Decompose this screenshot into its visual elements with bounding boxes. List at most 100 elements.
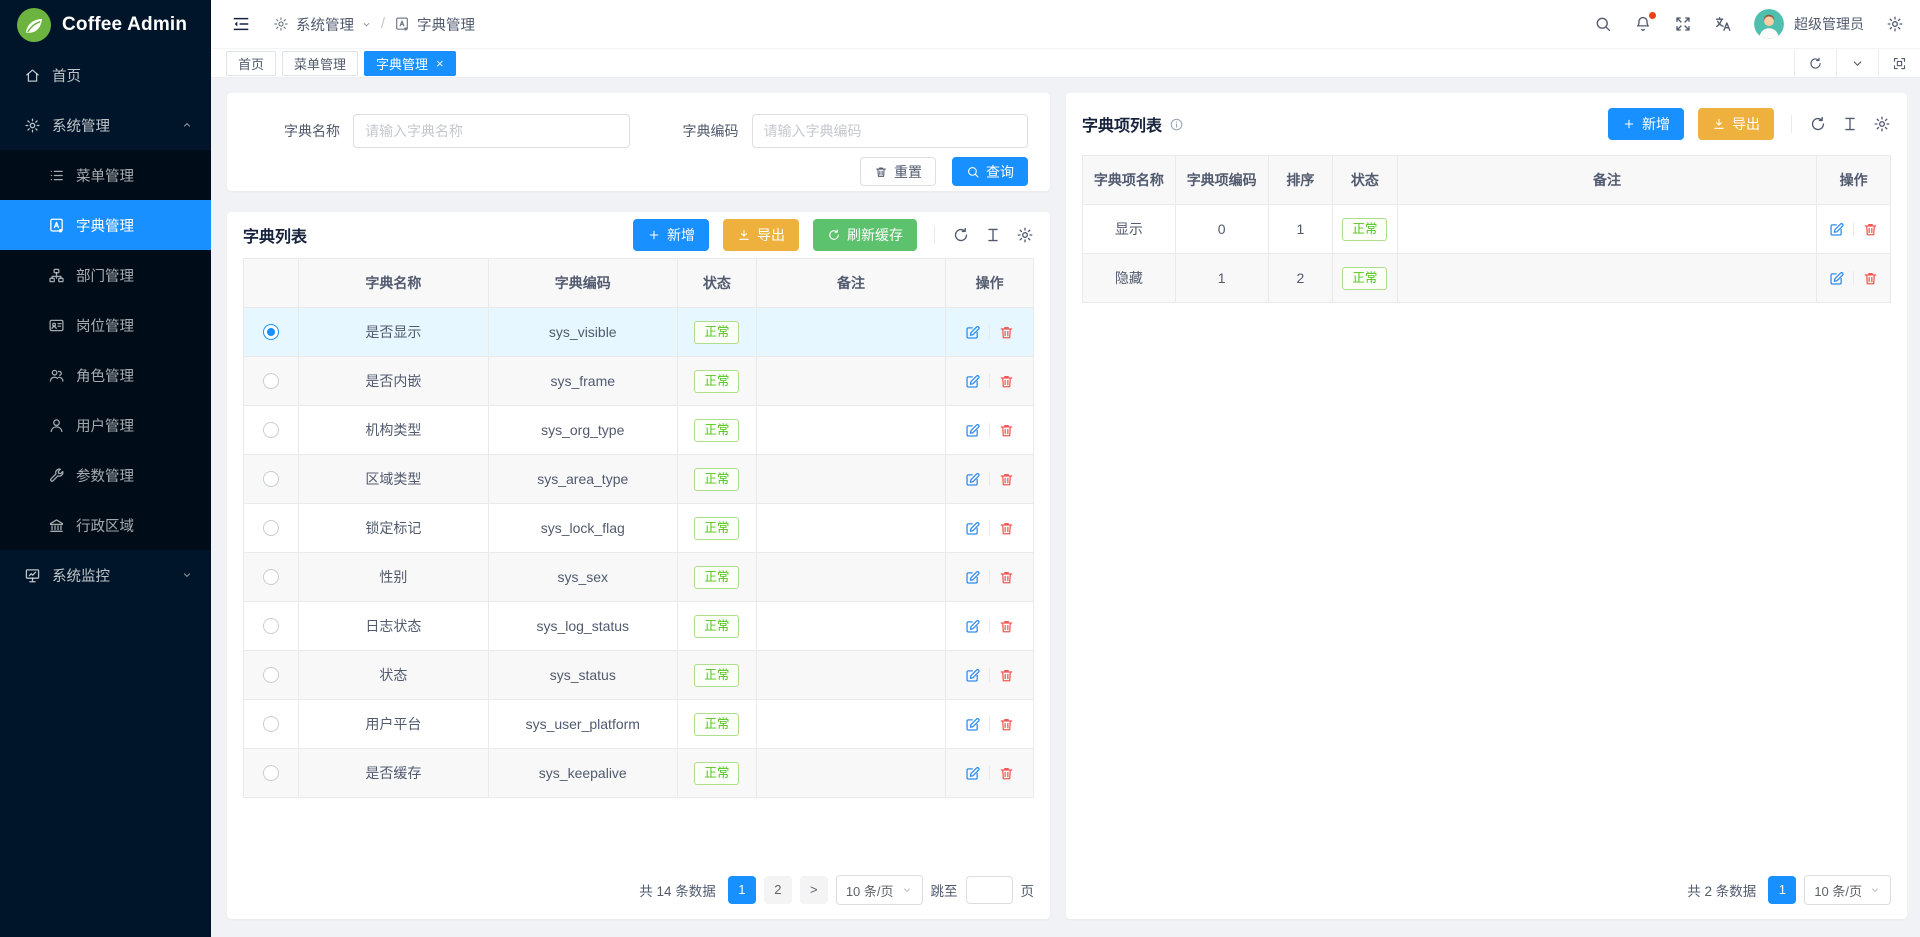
delete-icon[interactable]	[998, 471, 1015, 488]
delete-icon[interactable]	[998, 520, 1015, 537]
sidebar-item-dict-mgmt[interactable]: 字典管理	[0, 200, 211, 250]
row-radio[interactable]	[263, 569, 279, 585]
delete-icon[interactable]	[998, 324, 1015, 341]
edit-icon[interactable]	[964, 520, 981, 537]
delete-icon[interactable]	[998, 667, 1015, 684]
brand[interactable]: Coffee Admin	[0, 0, 211, 50]
column-height-icon[interactable]	[984, 226, 1002, 244]
table-row[interactable]: 用户平台sys_user_platform正常	[244, 700, 1033, 749]
add-dict-button[interactable]: 新增	[633, 219, 709, 251]
search-icon[interactable]	[1594, 15, 1612, 33]
table-refresh-icon[interactable]	[952, 226, 970, 244]
edit-icon[interactable]	[964, 569, 981, 586]
delete-icon[interactable]	[998, 373, 1015, 390]
table-row[interactable]: 是否缓存sys_keepalive正常	[244, 749, 1033, 798]
column-header: 字典项编码	[1176, 156, 1269, 205]
sidebar-item-system-mgmt[interactable]: 系统管理	[0, 100, 211, 150]
row-radio[interactable]	[263, 667, 279, 683]
tab-home[interactable]: 首页	[226, 51, 276, 76]
edit-icon[interactable]	[1828, 221, 1845, 238]
edit-icon[interactable]	[964, 716, 981, 733]
edit-icon[interactable]	[964, 373, 981, 390]
table-refresh-icon[interactable]	[1809, 115, 1827, 133]
sidebar-item-home[interactable]: 首页	[0, 50, 211, 100]
table-row[interactable]: 显示01正常	[1083, 205, 1890, 254]
delete-icon[interactable]	[998, 569, 1015, 586]
table-row[interactable]: 是否内嵌sys_frame正常	[244, 357, 1033, 406]
delete-icon[interactable]	[998, 422, 1015, 439]
sidebar-item-param-mgmt[interactable]: 参数管理	[0, 450, 211, 500]
edit-icon[interactable]	[964, 618, 981, 635]
edit-icon[interactable]	[964, 667, 981, 684]
row-radio[interactable]	[263, 373, 279, 389]
avatar[interactable]	[1754, 9, 1784, 39]
reset-button[interactable]: 重置	[860, 157, 936, 186]
delete-icon[interactable]	[1862, 270, 1879, 287]
next-page-button[interactable]: >	[800, 876, 828, 904]
query-button[interactable]: 查询	[952, 157, 1028, 186]
page-size-select[interactable]: 10 条/页	[1804, 875, 1891, 905]
tab-menu-chevron-button[interactable]	[1836, 49, 1878, 77]
export-dict-button[interactable]: 导出	[723, 219, 799, 251]
table-row[interactable]: 区域类型sys_area_type正常	[244, 455, 1033, 504]
row-radio[interactable]	[263, 471, 279, 487]
settings-gear-icon[interactable]	[1886, 15, 1904, 33]
add-dict-item-button[interactable]: 新增	[1608, 108, 1684, 140]
export-dict-item-button[interactable]: 导出	[1698, 108, 1774, 140]
row-radio[interactable]	[263, 324, 279, 340]
refresh-page-button[interactable]	[1794, 49, 1836, 77]
breadcrumb-system-mgmt[interactable]: 系统管理	[273, 14, 372, 35]
table-settings-gear-icon[interactable]	[1873, 115, 1891, 133]
translate-icon[interactable]	[1714, 15, 1732, 33]
delete-icon[interactable]	[998, 716, 1015, 733]
page-button-1[interactable]: 1	[728, 876, 756, 904]
edit-icon[interactable]	[964, 765, 981, 782]
table-row[interactable]: 机构类型sys_org_type正常	[244, 406, 1033, 455]
table-row[interactable]: 日志状态sys_log_status正常	[244, 602, 1033, 651]
row-radio[interactable]	[263, 716, 279, 732]
row-radio[interactable]	[263, 618, 279, 634]
tab-menu-mgmt[interactable]: 菜单管理	[282, 51, 358, 76]
column-height-icon[interactable]	[1841, 115, 1859, 133]
maximize-button[interactable]	[1878, 49, 1920, 77]
row-radio[interactable]	[263, 765, 279, 781]
dict-code-cell: sys_user_platform	[489, 700, 678, 749]
page-size-select[interactable]: 10 条/页	[836, 875, 923, 905]
tab-close-icon[interactable]: ×	[436, 57, 444, 70]
fullscreen-icon[interactable]	[1674, 15, 1692, 33]
dict-code-input[interactable]	[752, 114, 1029, 148]
refresh-cache-button[interactable]: 刷新缓存	[813, 219, 917, 251]
row-radio[interactable]	[263, 520, 279, 536]
page-button-2[interactable]: 2	[764, 876, 792, 904]
table-row[interactable]: 性别sys_sex正常	[244, 553, 1033, 602]
row-radio[interactable]	[263, 422, 279, 438]
delete-icon[interactable]	[998, 765, 1015, 782]
table-row[interactable]: 状态sys_status正常	[244, 651, 1033, 700]
notification-bell-icon[interactable]	[1634, 15, 1652, 33]
sidebar-item-role-mgmt[interactable]: 角色管理	[0, 350, 211, 400]
org-icon	[48, 267, 65, 284]
tab-dict-mgmt[interactable]: 字典管理×	[364, 51, 456, 76]
gear-icon	[273, 16, 289, 32]
delete-icon[interactable]	[1862, 221, 1879, 238]
table-settings-gear-icon[interactable]	[1016, 226, 1034, 244]
sidebar-item-user-mgmt[interactable]: 用户管理	[0, 400, 211, 450]
edit-icon[interactable]	[1828, 270, 1845, 287]
jump-page-input[interactable]	[966, 876, 1013, 904]
sidebar-item-monitor[interactable]: 系统监控	[0, 550, 211, 600]
sidebar-item-menu-mgmt[interactable]: 菜单管理	[0, 150, 211, 200]
edit-icon[interactable]	[964, 422, 981, 439]
sidebar-item-dept-mgmt[interactable]: 部门管理	[0, 250, 211, 300]
edit-icon[interactable]	[964, 471, 981, 488]
status-badge: 正常	[694, 566, 739, 589]
edit-icon[interactable]	[964, 324, 981, 341]
menu-fold-icon[interactable]	[231, 14, 251, 34]
table-row[interactable]: 锁定标记sys_lock_flag正常	[244, 504, 1033, 553]
sidebar-item-post-mgmt[interactable]: 岗位管理	[0, 300, 211, 350]
dict-name-input[interactable]	[353, 114, 630, 148]
page-button-1[interactable]: 1	[1768, 876, 1796, 904]
table-row[interactable]: 是否显示sys_visible正常	[244, 308, 1033, 357]
delete-icon[interactable]	[998, 618, 1015, 635]
sidebar-item-region[interactable]: 行政区域	[0, 500, 211, 550]
table-row[interactable]: 隐藏12正常	[1083, 254, 1890, 303]
